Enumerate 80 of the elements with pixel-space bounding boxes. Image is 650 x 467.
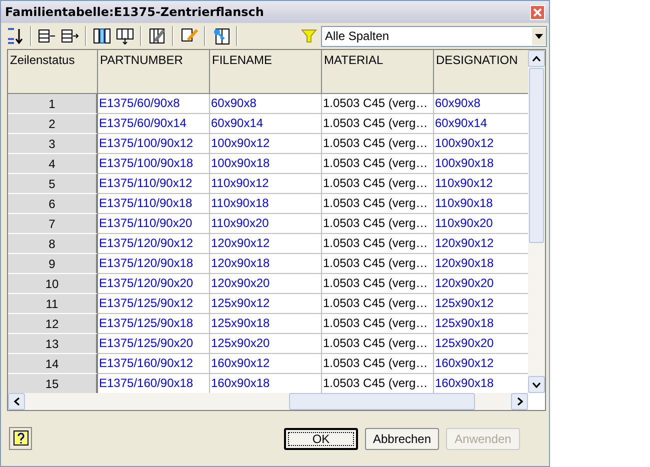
- table-cell: 120x90x20: [210, 274, 322, 294]
- table-cell: 100x90x18: [210, 154, 322, 174]
- row-number[interactable]: 7: [8, 214, 98, 234]
- dialog-button[interactable]: OK: [284, 428, 358, 450]
- table-cell: E1375/60/90x8: [98, 94, 210, 114]
- window-title: Familientabelle:E1375-Zentrierflansch: [5, 5, 265, 19]
- help-icon: [12, 430, 28, 448]
- table-cell: E1375/120/90x18: [98, 254, 210, 274]
- row-number[interactable]: 8: [8, 234, 98, 254]
- table-cell: 100x90x12: [210, 134, 322, 154]
- dialog-button[interactable]: Abbrechen: [365, 428, 439, 450]
- row-number[interactable]: 1: [8, 94, 98, 114]
- table-cell: E1375/100/90x12: [98, 134, 210, 154]
- table-cell: E1375/120/90x12: [98, 234, 210, 254]
- table-cell: E1375/125/90x18: [98, 314, 210, 334]
- table-cell: 1.0503 C45 (verg…: [322, 354, 434, 374]
- table-pencil-icon[interactable]: [147, 26, 167, 46]
- column-header[interactable]: FILENAME: [210, 50, 322, 94]
- scroll-left-icon[interactable]: [14, 397, 20, 406]
- dropdown-arrow-icon: [535, 34, 543, 38]
- column-filter-dropdown[interactable]: Alle Spalten: [321, 26, 547, 46]
- table-cell: E1375/160/90x12: [98, 354, 210, 374]
- row-number[interactable]: 11: [8, 294, 98, 314]
- row-number[interactable]: 4: [8, 154, 98, 174]
- table-cell: E1375/110/90x20: [98, 214, 210, 234]
- row-number[interactable]: 2: [8, 114, 98, 134]
- column-insert-icon[interactable]: [92, 26, 112, 46]
- row-number[interactable]: 15: [8, 374, 98, 393]
- scroll-right-icon[interactable]: [516, 397, 522, 406]
- column-header[interactable]: DESIGNATION: [434, 50, 528, 94]
- scroll-up-icon[interactable]: [532, 56, 541, 62]
- row-number[interactable]: 10: [8, 274, 98, 294]
- table-cell: 60x90x14: [210, 114, 322, 134]
- table-cell: 110x90x18: [210, 194, 322, 214]
- column-header[interactable]: Zeilenstatus: [8, 50, 98, 94]
- table-cell: 1.0503 C45 (verg…: [322, 194, 434, 214]
- table-cell: E1375/110/90x18: [98, 194, 210, 214]
- row-number[interactable]: 14: [8, 354, 98, 374]
- table-cell: 1.0503 C45 (verg…: [322, 234, 434, 254]
- table-cell: E1375/125/90x20: [98, 334, 210, 354]
- table-cell: 160x90x12: [210, 354, 322, 374]
- table-cell: 110x90x12: [210, 174, 322, 194]
- table-cell: E1375/60/90x14: [98, 114, 210, 134]
- table-cell: 1.0503 C45 (verg…: [322, 274, 434, 294]
- table-cell: 125x90x20: [210, 334, 322, 354]
- vertical-scrollbar[interactable]: [528, 50, 545, 393]
- table-cell: 1.0503 C45 (verg…: [322, 314, 434, 334]
- key-table-icon[interactable]: [211, 26, 231, 46]
- table-cell: E1375/120/90x20: [98, 274, 210, 294]
- row-number[interactable]: 9: [8, 254, 98, 274]
- table-cell: E1375/125/90x12: [98, 294, 210, 314]
- table-cell: E1375/100/90x18: [98, 154, 210, 174]
- row-number[interactable]: 6: [8, 194, 98, 214]
- row-number[interactable]: 13: [8, 334, 98, 354]
- column-header[interactable]: MATERIAL: [322, 50, 434, 94]
- table-cell: 120x90x12: [210, 234, 322, 254]
- table-cell: 1.0503 C45 (verg…: [322, 334, 434, 354]
- table-cell: 60x90x8: [210, 94, 322, 114]
- help-button[interactable]: [9, 427, 32, 450]
- row-number[interactable]: 12: [8, 314, 98, 334]
- table-cell: 125x90x12: [210, 294, 322, 314]
- table-cell: 1.0503 C45 (verg…: [322, 114, 434, 134]
- table-cell: 1.0503 C45 (verg…: [322, 214, 434, 234]
- table-cell: 1.0503 C45 (verg…: [322, 294, 434, 314]
- column-header[interactable]: PARTNUMBER: [98, 50, 210, 94]
- table-cell: E1375/110/90x12: [98, 174, 210, 194]
- table-cell: 1.0503 C45 (verg…: [322, 94, 434, 114]
- row-number[interactable]: 3: [8, 134, 98, 154]
- table-cell: 125x90x18: [210, 314, 322, 334]
- row-number[interactable]: 5: [8, 174, 98, 194]
- table-cell: 1.0503 C45 (verg…: [322, 154, 434, 174]
- table-cell: 110x90x20: [210, 214, 322, 234]
- close-button[interactable]: [530, 4, 545, 20]
- scroll-down-icon[interactable]: [532, 382, 541, 388]
- table-cell: 1.0503 C45 (verg…: [322, 174, 434, 194]
- sort-icon[interactable]: [5, 26, 25, 46]
- horizontal-scrollbar[interactable]: [8, 393, 528, 410]
- table-cell: 1.0503 C45 (verg…: [322, 254, 434, 274]
- table-cell: 1.0503 C45 (verg…: [322, 134, 434, 154]
- table-cell: 120x90x18: [210, 254, 322, 274]
